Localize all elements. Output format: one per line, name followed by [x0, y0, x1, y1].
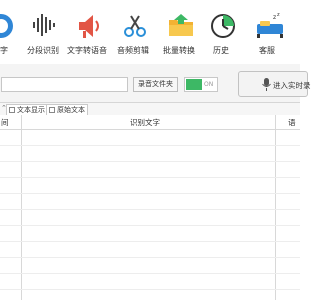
tab-original-text[interactable]: 原始文本 [46, 104, 88, 115]
tab-text-display[interactable]: 文本显示 [6, 104, 48, 115]
svg-text:z: z [277, 12, 280, 18]
text-display-icon [9, 107, 15, 113]
history-icon [211, 14, 235, 38]
table-row [0, 289, 300, 290]
toolbar-label: 字 [0, 46, 8, 55]
table-row [0, 193, 300, 194]
table-row [0, 273, 300, 274]
text-to-speech-icon [79, 15, 99, 38]
realtime-record-label: 进入实时录 [273, 81, 311, 90]
column-header-recognized-text: 识别文字 [130, 118, 160, 127]
table-row [0, 145, 300, 146]
customer-service-icon: z z [257, 12, 283, 38]
main-toolbar: 字 分段识别 文字转语音 音频剪辑 批量转换 历史 z z 客服 [0, 0, 300, 65]
table-row [0, 257, 300, 258]
toggle-state-text: ON [204, 81, 214, 88]
results-table: 间 识别文字 语 [0, 115, 300, 300]
toggle-knob [186, 79, 202, 90]
table-row [0, 241, 300, 242]
record-folder-button[interactable]: 录音文件夹 [133, 77, 178, 92]
tab-label: 原始文本 [57, 106, 85, 114]
batch-convert-icon [169, 14, 193, 36]
audio-cut-icon [124, 15, 146, 37]
recording-toggle[interactable]: ON [184, 77, 218, 92]
file-path-field[interactable] [1, 77, 128, 92]
original-text-icon [49, 107, 55, 113]
microphone-icon [262, 78, 271, 91]
toolbar-label: 客服 [259, 46, 275, 55]
segment-recognition-icon [33, 14, 55, 36]
table-header: 间 识别文字 语 [0, 115, 300, 130]
tab-bar: ⌃ 文本显示 原始文本 [0, 102, 300, 116]
realtime-record-button[interactable]: 进入实时录 [238, 71, 311, 97]
svg-text:z: z [273, 14, 276, 21]
table-row [0, 209, 300, 210]
speech-to-text-icon [0, 14, 13, 38]
tab-label: 文本显示 [17, 106, 45, 114]
table-row [0, 225, 300, 226]
table-row [0, 161, 300, 162]
table-row [0, 177, 300, 178]
column-header-speaker: 语 [288, 118, 296, 127]
toolbar-customer-service[interactable]: z z 客服 [244, 0, 290, 64]
column-header-time: 间 [1, 118, 9, 127]
